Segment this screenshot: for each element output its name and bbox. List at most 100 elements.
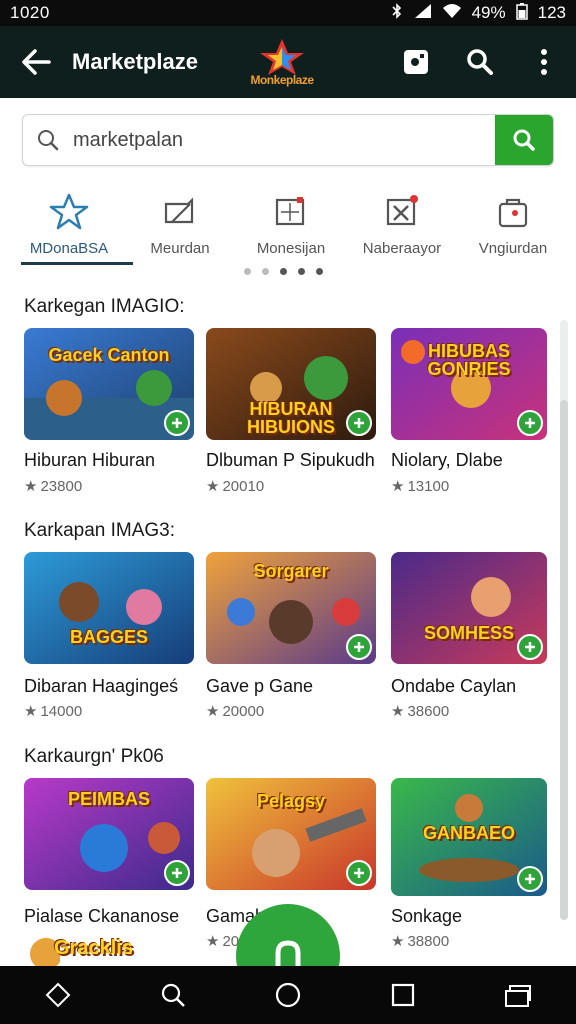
- section-title: Karkaurgn' Pk06: [24, 746, 164, 767]
- page-dot-active: [280, 268, 287, 275]
- game-name: Pialase Ckananose: [24, 906, 180, 926]
- category-tabs: MDonaBSA Meurdan Monesijan Naberaayor Vn…: [14, 186, 576, 268]
- app-title: Marketplaze: [72, 49, 198, 74]
- game-card-image[interactable]: HIBUBAS GONRIES: [391, 328, 547, 440]
- app-logo: Monkeplaze: [222, 32, 342, 92]
- plus-icon: [354, 642, 364, 652]
- game-card-image[interactable]: PEIMBAS: [24, 778, 194, 890]
- plus-icon: [525, 642, 535, 652]
- add-button[interactable]: [517, 866, 543, 892]
- plus-icon: [172, 418, 182, 428]
- image-icon: [275, 197, 305, 226]
- star-icon: ★: [24, 703, 38, 720]
- star-icon: ★: [206, 933, 220, 950]
- active-tab-indicator: [21, 262, 133, 265]
- add-button[interactable]: [346, 860, 372, 886]
- add-button[interactable]: [517, 410, 543, 436]
- puzzle-icon: [164, 197, 194, 224]
- rating-value: 23800: [40, 477, 83, 495]
- section-title: Karkapan IMAG3:: [24, 520, 176, 541]
- battery-icon: [515, 2, 528, 25]
- page-indicator: [244, 268, 323, 275]
- page-dot: [262, 268, 269, 275]
- search-input[interactable]: marketpalan: [73, 129, 495, 152]
- add-button[interactable]: [164, 860, 190, 886]
- game-card-image[interactable]: BAGGES: [24, 552, 194, 664]
- card-art-text: Sorgarer: [253, 561, 329, 581]
- game-card-image[interactable]: Sorgarer: [206, 552, 376, 664]
- game-card-image[interactable]: SOMHESS: [391, 552, 547, 664]
- category-label: Meurdan: [150, 240, 210, 257]
- star-icon: ★: [24, 478, 38, 495]
- search-submit-button[interactable]: [495, 115, 553, 165]
- star-icon: [49, 193, 89, 230]
- more-button[interactable]: [512, 26, 576, 98]
- plus-icon: [525, 418, 535, 428]
- page-dot: [298, 268, 305, 275]
- bluetooth-icon: [390, 2, 404, 24]
- search-nav-button[interactable]: [143, 966, 203, 1024]
- logo-star-icon: [260, 39, 304, 75]
- game-card-image[interactable]: Gracklis: [24, 930, 154, 966]
- game-card-image[interactable]: Pelagsy: [206, 778, 376, 890]
- battery-percent: 49%: [471, 3, 506, 22]
- scrollbar-thumb[interactable]: [560, 400, 568, 920]
- card-art-text: PEIMBAS: [67, 789, 150, 809]
- status-clock-right: 123: [537, 3, 566, 22]
- diamond-back-icon: [45, 982, 71, 1008]
- bag-icon: [498, 198, 528, 228]
- wifi-icon: [442, 3, 462, 24]
- add-button[interactable]: [517, 634, 543, 660]
- game-card-image[interactable]: Gacek Canton: [24, 328, 194, 440]
- card-art-text: Gracklis: [54, 937, 133, 959]
- category-tab-1[interactable]: Meurdan: [125, 186, 235, 268]
- plus-icon: [525, 874, 535, 884]
- game-name: Niolary, Dlabe: [391, 450, 503, 470]
- game-rating: ★ 14000: [24, 702, 82, 721]
- add-button[interactable]: [164, 410, 190, 436]
- card-art-text: GANBAEO: [422, 823, 515, 843]
- game-name: Sonkage: [391, 906, 463, 926]
- scrollbar[interactable]: [560, 320, 568, 920]
- search-field[interactable]: marketpalan: [22, 114, 554, 166]
- game-name: Gave p Gane: [206, 676, 314, 696]
- system-nav-bar: [0, 966, 576, 1024]
- search-field-icon: [23, 129, 73, 151]
- rating-value: 13100: [407, 477, 450, 495]
- card-art-text: Gacek Canton: [48, 345, 170, 365]
- add-button[interactable]: [346, 634, 372, 660]
- category-tab-3[interactable]: Naberaayor: [347, 186, 457, 268]
- camera-button[interactable]: [384, 26, 448, 98]
- add-button[interactable]: [346, 410, 372, 436]
- back-nav-button[interactable]: [28, 966, 88, 1024]
- star-icon: ★: [206, 478, 220, 495]
- game-card-image[interactable]: HIBURAN HIBUIONS: [206, 328, 376, 440]
- card-art-text: HIBURAN HIBUIONS: [246, 399, 335, 437]
- recents-nav-button[interactable]: [373, 966, 433, 1024]
- back-button[interactable]: [0, 26, 72, 98]
- game-rating: ★ 23800: [24, 477, 83, 496]
- square-icon: [392, 983, 415, 1007]
- category-label: MDonaBSA: [29, 240, 109, 257]
- game-rating: ★ 13100: [391, 477, 450, 496]
- category-tab-0[interactable]: MDonaBSA: [14, 186, 124, 268]
- star-icon: ★: [391, 933, 405, 950]
- rating-value: 20000: [222, 702, 265, 720]
- search-button[interactable]: [448, 26, 512, 98]
- status-time: 1020: [10, 3, 50, 22]
- search-icon: [513, 129, 535, 151]
- card-art-text: BAGGES: [69, 627, 148, 647]
- game-card-image[interactable]: GANBAEO: [391, 778, 547, 896]
- category-tab-2[interactable]: Monesijan: [236, 186, 346, 268]
- rating-value: 38600: [407, 702, 450, 720]
- game-rating: ★ 20: [206, 932, 239, 951]
- home-nav-button[interactable]: [258, 966, 318, 1024]
- category-tab-4[interactable]: Vngiurdan: [458, 186, 568, 268]
- category-label: Vngiurdan: [478, 240, 548, 257]
- multiwindow-nav-button[interactable]: [488, 966, 548, 1024]
- star-icon: ★: [206, 703, 220, 720]
- game-name: Dlbuman P Sipukudh: [206, 450, 375, 470]
- section-title: Karkegan IMAGIO:: [24, 296, 185, 317]
- page-dot: [244, 268, 251, 275]
- star-icon: ★: [391, 703, 405, 720]
